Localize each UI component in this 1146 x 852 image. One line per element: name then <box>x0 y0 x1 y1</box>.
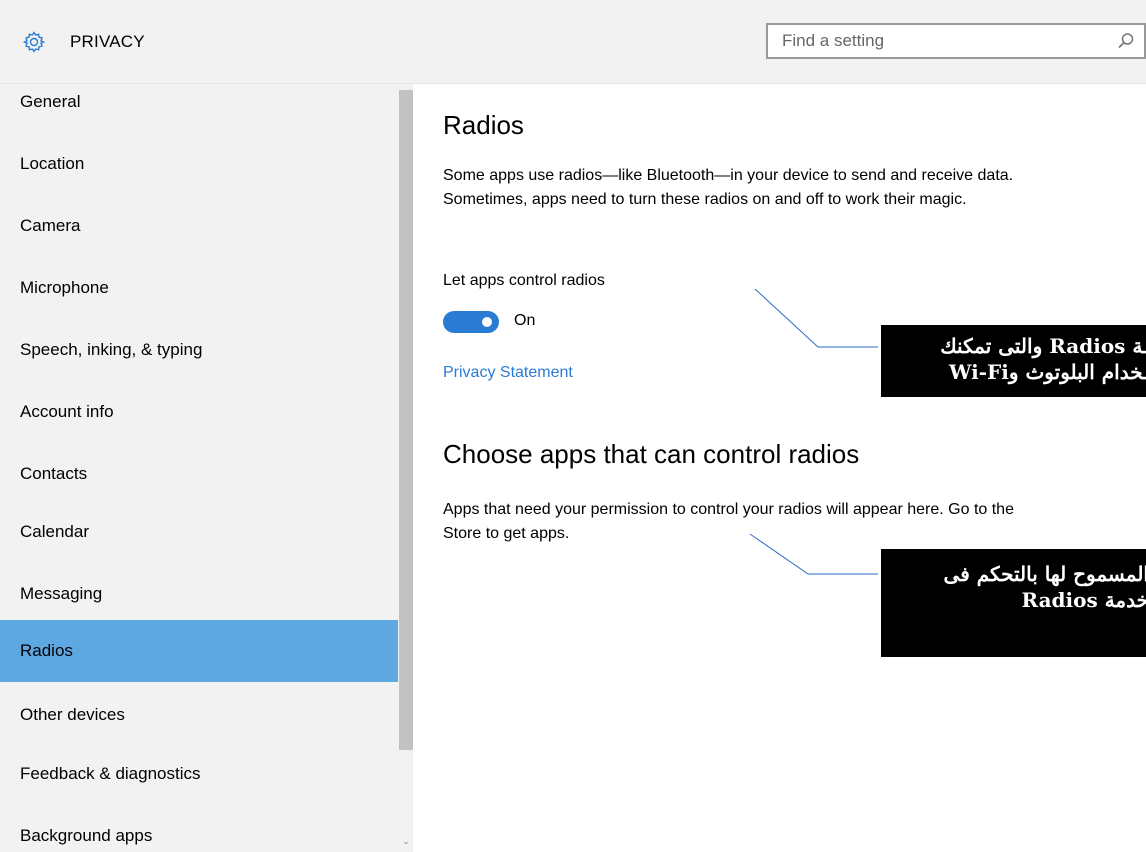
annotation-callout: ـة Radios والتى تمكنك ـخدام البلوتوث وWi… <box>880 324 1146 398</box>
sidebar-item-location[interactable]: Location <box>0 138 400 190</box>
search-icon[interactable] <box>1116 31 1136 51</box>
search-input[interactable] <box>768 25 1112 57</box>
title-bar: PRIVACY <box>0 0 1146 84</box>
gear-icon <box>22 31 46 53</box>
sidebar-item-camera[interactable]: Camera <box>0 200 400 252</box>
sidebar-item-account-info[interactable]: Account info <box>0 386 400 438</box>
section-description: Some apps use radios—like Bluetooth—in y… <box>443 167 1014 208</box>
sidebar-item-feedback[interactable]: Feedback & diagnostics <box>0 748 400 800</box>
settings-window: PRIVACY General Location Camera Micropho… <box>0 0 1146 852</box>
sidebar-item-microphone[interactable]: Microphone <box>0 262 400 314</box>
sidebar-item-other-devices[interactable]: Other devices <box>0 689 400 741</box>
sidebar-item-background-apps[interactable]: Background apps <box>0 810 400 852</box>
sidebar-item-general[interactable]: General <box>0 76 400 128</box>
toggle-label: Let apps control radios <box>443 272 605 289</box>
callout-text: خدمة Radios <box>1021 588 1146 612</box>
section-title: Radios <box>443 110 524 140</box>
sidebar-item-calendar[interactable]: Calendar <box>0 506 400 558</box>
callout-text: ـة Radios والتى تمكنك <box>940 334 1146 358</box>
callout-text: المسموح لها بالتحكم فى <box>943 562 1146 586</box>
sidebar: General Location Camera Microphone Speec… <box>0 84 413 852</box>
sidebar-scroll-thumb[interactable] <box>399 90 413 750</box>
toggle-state-label: On <box>514 312 536 329</box>
search-box[interactable] <box>766 23 1146 59</box>
sidebar-item-messaging[interactable]: Messaging <box>0 568 400 620</box>
privacy-statement-link[interactable]: Privacy Statement <box>443 364 573 382</box>
sidebar-item-contacts[interactable]: Contacts <box>0 448 400 500</box>
sidebar-item-speech[interactable]: Speech, inking, & typing <box>0 324 400 376</box>
callout-text: ـخدام البلوتوث وWi-Fi <box>949 360 1146 384</box>
main-content: Radios Some apps use radios—like Bluetoo… <box>413 84 1146 852</box>
section2-description: Apps that need your permission to contro… <box>443 501 1014 542</box>
section2-title: Choose apps that can control radios <box>443 439 860 469</box>
radios-toggle[interactable] <box>443 311 499 333</box>
page-title: PRIVACY <box>70 32 145 51</box>
annotation-callout: المسموح لها بالتحكم فى خدمة Radios <box>880 548 1146 658</box>
sidebar-item-radios[interactable]: Radios <box>0 620 400 682</box>
toggle-knob <box>482 317 492 327</box>
scroll-down-icon[interactable]: ⌄ <box>401 836 411 847</box>
